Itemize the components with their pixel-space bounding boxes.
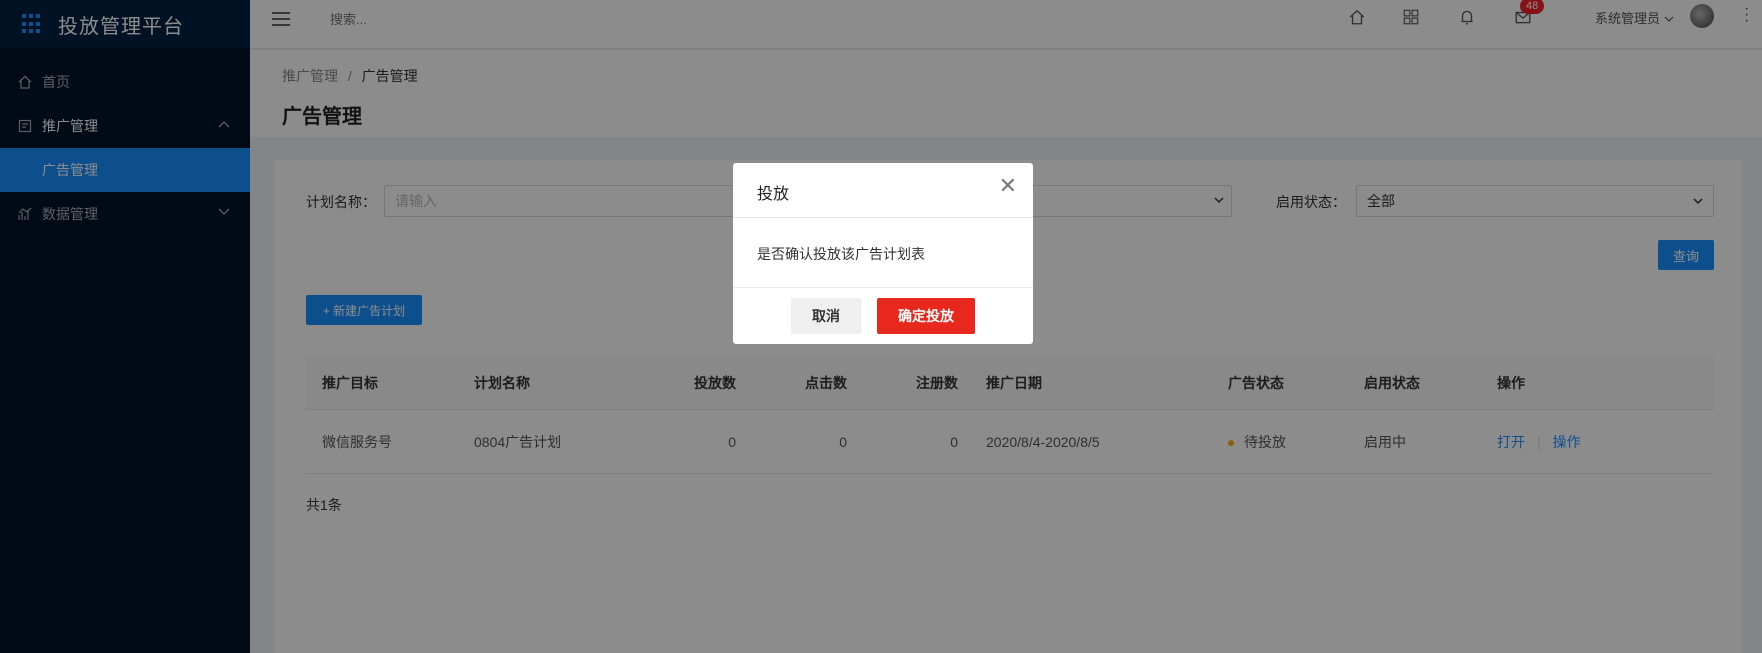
cancel-button[interactable]: 取消 <box>791 298 861 334</box>
close-icon[interactable]: ✕ <box>999 175 1017 197</box>
modal-header: 投放 ✕ <box>733 163 1033 218</box>
confirm-deliver-button[interactable]: 确定投放 <box>877 298 975 334</box>
modal-footer: 取消 确定投放 <box>733 288 1033 344</box>
modal-message: 是否确认投放该广告计划表 <box>733 218 1033 288</box>
confirm-modal: 投放 ✕ 是否确认投放该广告计划表 取消 确定投放 <box>733 163 1033 344</box>
modal-title: 投放 <box>757 186 790 203</box>
